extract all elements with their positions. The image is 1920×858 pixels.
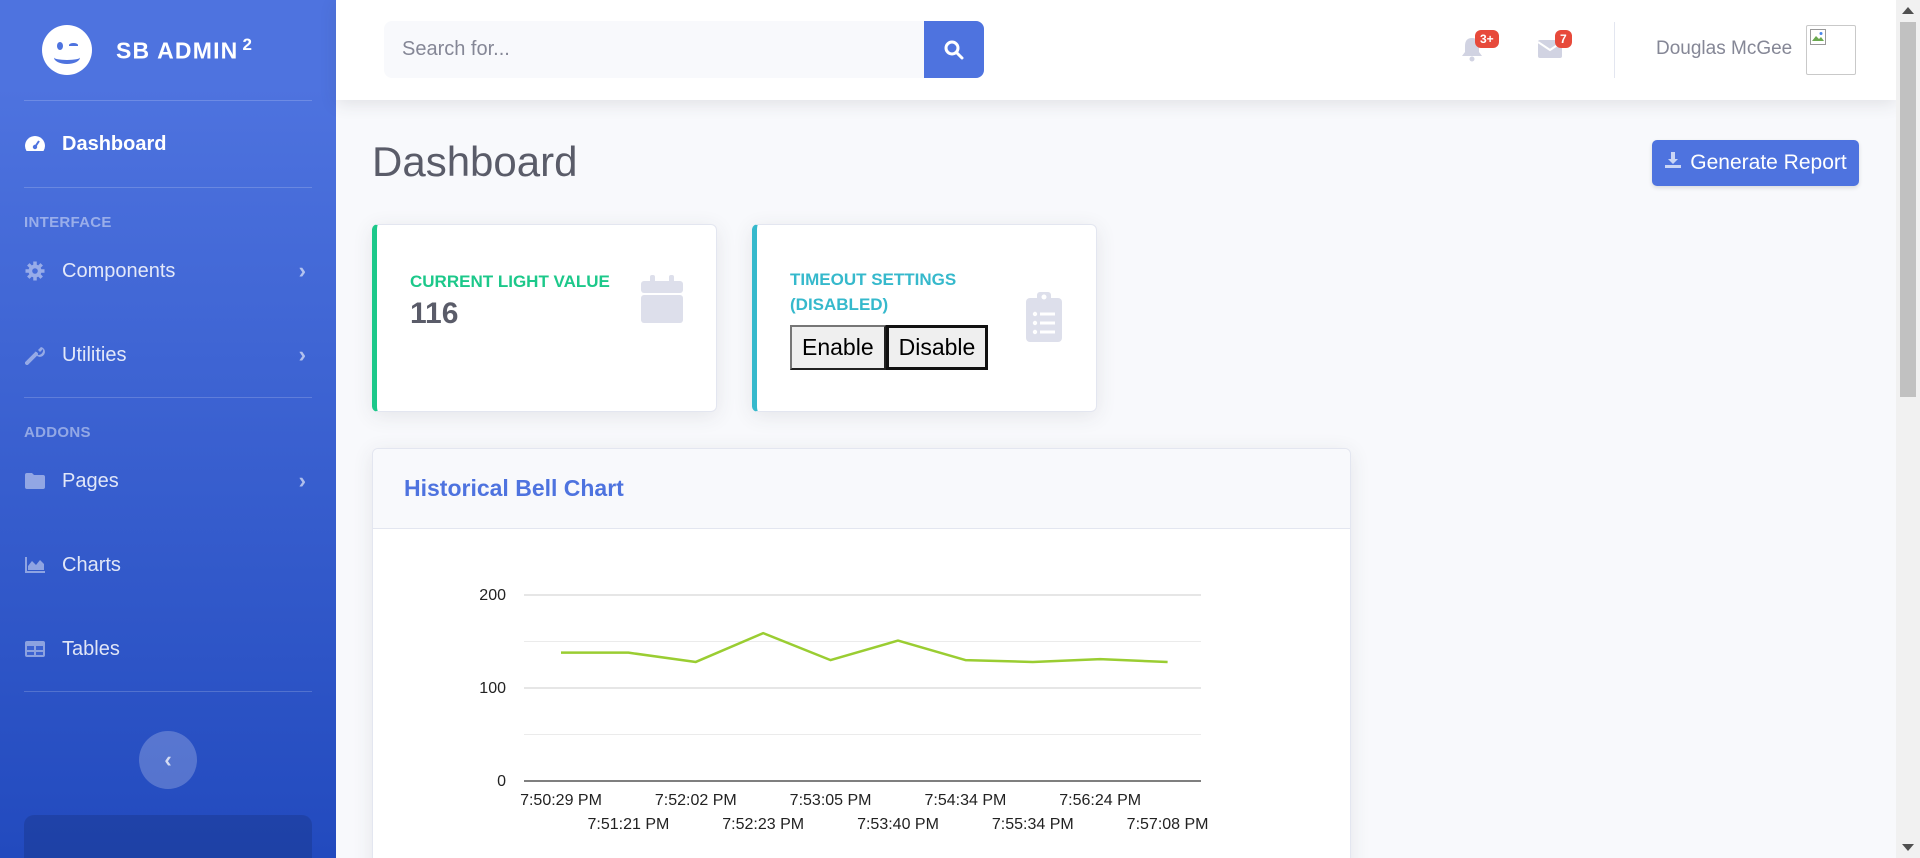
alerts-dropdown[interactable]: 3+ <box>1455 30 1499 66</box>
sidebar-item-utilities[interactable]: Utilities › <box>0 313 336 397</box>
user-name[interactable]: Douglas McGee <box>1656 38 1792 60</box>
y-tick-label: 200 <box>479 587 506 604</box>
sidebar-item-label: Components <box>62 259 176 282</box>
x-tick-label: 7:50:29 PM <box>520 792 602 809</box>
chart-card-header: Historical Bell Chart <box>373 449 1350 529</box>
sidebar-item-dashboard[interactable]: Dashboard <box>0 101 336 187</box>
sidebar-card <box>24 815 312 858</box>
sidebar-item-label: Utilities <box>62 343 127 366</box>
series-line <box>561 631 1168 664</box>
sidebar-item-label: Dashboard <box>62 132 167 155</box>
current-light-card: Current Light Value 116 <box>372 224 717 412</box>
brand-text: SB ADMIN 2 <box>116 35 254 64</box>
x-tick-label: 7:53:05 PM <box>790 792 872 809</box>
laugh-wink-icon <box>42 25 92 75</box>
timeout-settings-card: Timeout Settings (Disabled) Enable Disab… <box>752 224 1097 412</box>
alerts-badge: 3+ <box>1475 30 1499 48</box>
sidebar-divider <box>24 187 312 188</box>
sidebar-item-label: Pages <box>62 469 119 492</box>
chart-area-icon <box>24 554 46 576</box>
scroll-up-arrow-icon[interactable] <box>1902 7 1914 14</box>
sidebar-item-label: Tables <box>62 637 120 660</box>
search-icon <box>944 40 964 59</box>
clipboard-list-icon <box>1026 292 1062 347</box>
sidebar-item-pages[interactable]: Pages › <box>0 439 336 523</box>
x-tick-label: 7:51:21 PM <box>587 816 669 833</box>
historical-chart-card: Historical Bell Chart 0 100 200 7:50:29 PM 7… <box>372 448 1351 858</box>
search-input[interactable] <box>384 21 924 78</box>
page-scrollbar[interactable] <box>1896 0 1920 858</box>
sidebar-brand[interactable]: SB ADMIN 2 <box>0 0 336 100</box>
calendar-icon <box>641 275 683 328</box>
folder-icon <box>24 470 46 492</box>
table-icon <box>24 638 46 660</box>
cog-icon <box>24 260 46 282</box>
chevron-right-icon: › <box>298 342 306 367</box>
historical-line-chart: 0 100 200 7:50:29 PM 7:51:21 PM 7:52:02 PM 7:5… <box>479 587 1209 833</box>
x-tick-label: 7:54:34 PM <box>924 792 1006 809</box>
enable-button[interactable]: Enable <box>790 325 886 370</box>
sidebar: SB ADMIN 2 Dashboard Interface Components… <box>0 0 336 858</box>
y-tick-label: 100 <box>479 680 506 697</box>
timeout-button-row: Enable Disable <box>790 325 989 370</box>
sidebar-item-components[interactable]: Components › <box>0 229 336 313</box>
sidebar-item-label: Charts <box>62 553 121 576</box>
tachometer-icon <box>24 133 46 155</box>
current-light-value: 116 <box>410 297 459 330</box>
x-tick-label: 7:56:24 PM <box>1059 792 1141 809</box>
wrench-icon <box>24 344 46 366</box>
x-tick-label: 7:53:40 PM <box>857 816 939 833</box>
sidebar-divider <box>24 691 312 692</box>
current-light-label: Current Light Value <box>410 272 610 291</box>
generate-report-label: Generate Report <box>1690 151 1847 174</box>
chevron-left-icon: ‹ <box>164 747 172 772</box>
sidebar-item-tables[interactable]: Tables <box>0 607 336 691</box>
sidebar-item-charts[interactable]: Charts <box>0 523 336 607</box>
topbar: 3+ 7 Douglas McGee <box>336 0 1896 100</box>
sidebar-toggle-button[interactable]: ‹ <box>139 731 197 789</box>
page-title: Dashboard <box>372 138 578 185</box>
chevron-right-icon: › <box>298 468 306 493</box>
scroll-down-arrow-icon[interactable] <box>1902 844 1914 851</box>
topbar-search <box>384 21 984 78</box>
chart-card-title: Historical Bell Chart <box>404 475 624 501</box>
avatar[interactable] <box>1806 25 1856 75</box>
search-button[interactable] <box>924 21 984 78</box>
x-tick-label: 7:52:23 PM <box>722 816 804 833</box>
generate-report-button[interactable]: Generate Report <box>1652 140 1859 186</box>
disable-button[interactable]: Disable <box>885 325 989 370</box>
x-tick-label: 7:52:02 PM <box>655 792 737 809</box>
chevron-right-icon: › <box>298 258 306 283</box>
x-tick-label: 7:57:08 PM <box>1127 816 1209 833</box>
sidebar-divider <box>24 397 312 398</box>
broken-image-icon <box>1810 29 1826 45</box>
scrollbar-thumb[interactable] <box>1900 22 1916 397</box>
messages-dropdown[interactable]: 7 <box>1533 30 1572 66</box>
y-tick-label: 0 <box>497 773 506 790</box>
x-tick-label: 7:55:34 PM <box>992 816 1074 833</box>
topbar-divider <box>1614 22 1615 78</box>
timeout-settings-label: Timeout Settings (Disabled) <box>790 270 957 314</box>
download-icon <box>1664 151 1682 175</box>
messages-badge: 7 <box>1555 30 1572 48</box>
